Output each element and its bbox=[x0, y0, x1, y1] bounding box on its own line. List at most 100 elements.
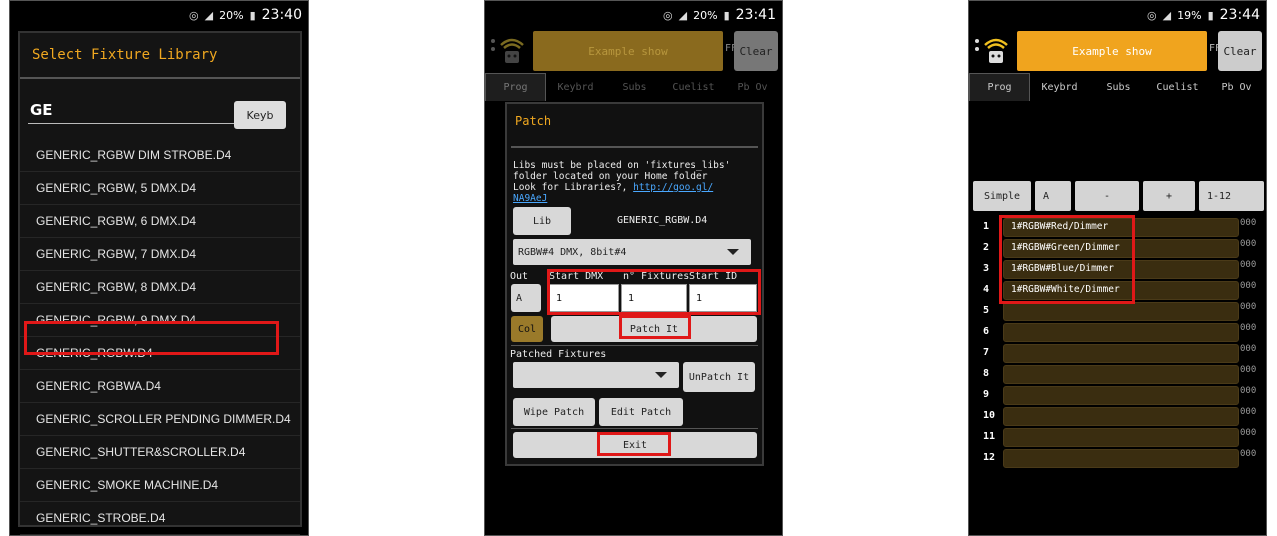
channel-label: 1#RGBW#Red/Dimmer bbox=[1011, 221, 1109, 232]
channel-label: 1#RGBW#Green/Dimmer bbox=[1011, 242, 1120, 253]
channel-fader[interactable] bbox=[1003, 323, 1239, 342]
divider bbox=[511, 428, 758, 429]
universe-button[interactable]: A bbox=[1035, 181, 1071, 211]
clock: 23:40 bbox=[261, 7, 302, 23]
channel-fader[interactable] bbox=[1003, 365, 1239, 384]
clear-button[interactable]: Clear bbox=[1218, 31, 1262, 71]
fixture-library-screen: ◎ ◢ 20% ▮ 23:40 Select Fixture Library G… bbox=[9, 0, 309, 536]
channel-value: 000 bbox=[1240, 344, 1257, 354]
dialog-title: Select Fixture Library bbox=[32, 47, 218, 63]
libraries-link[interactable]: http://goo.gl/ bbox=[633, 182, 713, 193]
app-logo-icon[interactable] bbox=[489, 31, 527, 69]
signal-icon: ◢ bbox=[1162, 8, 1172, 22]
channel-row: 11 000 bbox=[969, 427, 1266, 448]
num-fixtures-field[interactable]: 1 bbox=[621, 284, 687, 312]
channel-fader[interactable] bbox=[1003, 449, 1239, 468]
chevron-down-icon bbox=[727, 249, 739, 255]
library-item[interactable]: GENERIC_RGBW, 7 DMX.D4 bbox=[20, 238, 300, 271]
channel-row: 1 1#RGBW#Red/Dimmer 000 bbox=[969, 217, 1266, 238]
library-item[interactable]: GENERIC_SCROLLER PENDING DIMMER.D4 bbox=[20, 403, 300, 436]
status-bar: ◎ ◢ 19% ▮ 23:44 bbox=[969, 1, 1266, 29]
color-button[interactable]: Col bbox=[511, 316, 543, 342]
tab-subs[interactable]: Subs bbox=[1089, 73, 1148, 101]
channel-value: 000 bbox=[1240, 407, 1257, 417]
tab-keybrd[interactable]: Keybrd bbox=[546, 73, 605, 101]
lib-name: GENERIC_RGBW.D4 bbox=[617, 215, 708, 226]
library-item[interactable]: GENERIC_RGBW, 8 DMX.D4 bbox=[20, 271, 300, 304]
clock: 23:41 bbox=[735, 7, 776, 23]
wipe-patch-button[interactable]: Wipe Patch bbox=[513, 398, 595, 426]
mode-select[interactable]: RGBW#4 DMX, 8bit#4 bbox=[513, 239, 751, 265]
info-line: NA9AeJ bbox=[513, 193, 756, 204]
channel-fader[interactable] bbox=[1003, 407, 1239, 426]
lib-button[interactable]: Lib bbox=[513, 207, 571, 235]
channel-fader[interactable] bbox=[1003, 302, 1239, 321]
tab-prog[interactable]: Prog bbox=[969, 73, 1030, 101]
channel-value: 000 bbox=[1240, 260, 1257, 270]
channel-value: 000 bbox=[1240, 449, 1257, 459]
show-name-button[interactable]: Example show bbox=[1017, 31, 1207, 71]
search-row: GE Keyb bbox=[20, 79, 300, 139]
library-item[interactable]: GENERIC_RGBW, 9 DMX.D4 bbox=[20, 304, 300, 337]
channel-number: 12 bbox=[983, 452, 996, 463]
channel-value: 000 bbox=[1240, 281, 1257, 291]
channel-number: 1 bbox=[983, 221, 990, 232]
minus-button[interactable]: - bbox=[1075, 181, 1139, 211]
wifi-icon: ◎ bbox=[189, 8, 199, 22]
channel-row: 10 000 bbox=[969, 406, 1266, 427]
patch-dialog: Patch Libs must be placed on 'fixtures_l… bbox=[505, 102, 764, 466]
clock: 23:44 bbox=[1219, 7, 1260, 23]
channel-label: 1#RGBW#Blue/Dimmer bbox=[1011, 263, 1114, 274]
library-item[interactable]: GENERIC_RGBWA.D4 bbox=[20, 370, 300, 403]
libraries-link-cont[interactable]: NA9AeJ bbox=[513, 193, 547, 204]
tab-pb-ov[interactable]: Pb Ov bbox=[1207, 73, 1266, 101]
tab-prog[interactable]: Prog bbox=[485, 73, 546, 101]
app-toolbar: Example show FF Clear bbox=[485, 29, 782, 73]
tab-pb-ov[interactable]: Pb Ov bbox=[723, 73, 782, 101]
channel-fader[interactable] bbox=[1003, 344, 1239, 363]
range-button[interactable]: 1-12 bbox=[1199, 181, 1264, 211]
programmer-screen: ◎ ◢ 19% ▮ 23:44 Example show FF Clear Pr… bbox=[968, 0, 1267, 536]
battery-percent: 19% bbox=[1177, 8, 1202, 22]
tab-subs[interactable]: Subs bbox=[605, 73, 664, 101]
edit-patch-button[interactable]: Edit Patch bbox=[599, 398, 683, 426]
channel-value: 000 bbox=[1240, 239, 1257, 249]
start-id-field[interactable]: 1 bbox=[689, 284, 757, 312]
search-input[interactable]: GE bbox=[30, 101, 53, 119]
library-item[interactable]: GENERIC_RGBW DIM STROBE.D4 bbox=[20, 139, 300, 172]
library-item[interactable]: GENERIC_RGBW.D4 bbox=[20, 337, 300, 370]
tab-keybrd[interactable]: Keybrd bbox=[1030, 73, 1089, 101]
simple-button[interactable]: Simple bbox=[973, 181, 1031, 211]
channel-fader[interactable] bbox=[1003, 386, 1239, 405]
info-line: folder located on your Home folder bbox=[513, 171, 708, 182]
channel-row: 2 1#RGBW#Green/Dimmer 000 bbox=[969, 238, 1266, 259]
app-logo-icon[interactable] bbox=[973, 31, 1011, 69]
tab-bar: Prog Keybrd Subs Cuelist Pb Ov bbox=[969, 73, 1266, 101]
library-item[interactable]: GENERIC_SMOKE MACHINE.D4 bbox=[20, 469, 300, 502]
patched-fixtures-select[interactable] bbox=[513, 362, 679, 388]
clear-button[interactable]: Clear bbox=[734, 31, 778, 71]
battery-percent: 20% bbox=[219, 8, 244, 22]
start-dmx-field[interactable]: 1 bbox=[549, 284, 619, 312]
dialog-title: Patch bbox=[515, 114, 552, 128]
unpatch-button[interactable]: UnPatch It bbox=[683, 362, 755, 392]
out-universe-button[interactable]: A bbox=[511, 284, 541, 312]
tab-cuelist[interactable]: Cuelist bbox=[664, 73, 723, 101]
app-toolbar: Example show FF Clear bbox=[969, 29, 1266, 73]
keyboard-button[interactable]: Keyb bbox=[234, 101, 286, 129]
out-label: Out bbox=[510, 271, 529, 282]
plus-button[interactable]: + bbox=[1143, 181, 1195, 211]
channel-fader[interactable] bbox=[1003, 428, 1239, 447]
library-item[interactable]: GENERIC_RGBW, 6 DMX.D4 bbox=[20, 205, 300, 238]
exit-button[interactable]: Exit bbox=[513, 432, 757, 458]
tab-cuelist[interactable]: Cuelist bbox=[1148, 73, 1207, 101]
show-name-button[interactable]: Example show bbox=[533, 31, 723, 71]
library-item[interactable]: GENERIC_RGBW, 5 DMX.D4 bbox=[20, 172, 300, 205]
start-dmx-label: Start DMX bbox=[549, 271, 604, 282]
info-text: Libs must be placed on 'fixtures_libs' f… bbox=[507, 148, 762, 204]
library-item[interactable]: GENERIC_STROBE.D4 bbox=[20, 502, 300, 535]
library-item[interactable]: GENERIC_SHUTTER&SCROLLER.D4 bbox=[20, 436, 300, 469]
signal-icon: ◢ bbox=[678, 8, 688, 22]
wifi-icon: ◎ bbox=[1147, 8, 1157, 22]
patch-it-button[interactable]: Patch It bbox=[551, 316, 757, 342]
